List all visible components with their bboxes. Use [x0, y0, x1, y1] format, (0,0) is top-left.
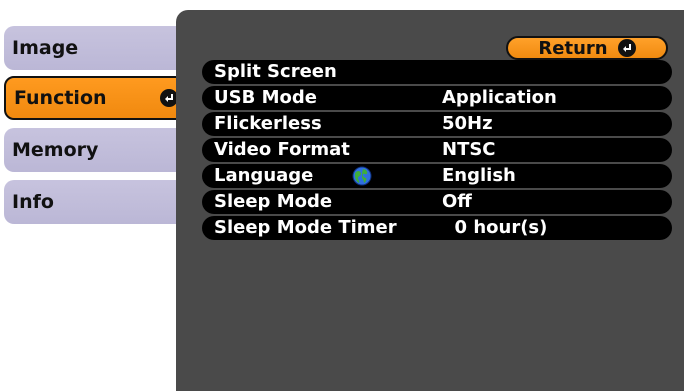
row-value: 50Hz [442, 113, 493, 134]
menu-row-sleep-mode-timer[interactable]: Sleep Mode Timer 0 hour(s) [202, 216, 672, 240]
row-label: USB Mode [214, 87, 317, 108]
tab-function[interactable]: Function [4, 76, 190, 120]
tab-label: Info [12, 191, 54, 213]
row-label: Video Format [214, 139, 350, 160]
menu-row-sleep-mode[interactable]: Sleep Mode Off [202, 190, 672, 214]
tab-label: Function [14, 87, 107, 109]
tab-image[interactable]: Image [4, 26, 188, 70]
enter-icon [617, 39, 636, 57]
menu-row-language[interactable]: Language English [202, 164, 672, 188]
return-button[interactable]: Return [506, 36, 668, 60]
row-value: Application [442, 87, 557, 108]
row-label: Language [214, 165, 314, 186]
menu-row-video-format[interactable]: Video Format NTSC [202, 138, 672, 162]
globe-icon [352, 166, 372, 186]
tab-label: Image [12, 37, 79, 59]
menu-row-split-screen[interactable]: Split Screen [202, 60, 672, 84]
row-label: Flickerless [214, 113, 322, 134]
tab-info[interactable]: Info [4, 180, 188, 224]
row-value: 0 hour(s) [442, 217, 548, 238]
row-value: Off [442, 191, 472, 212]
tab-label: Memory [12, 139, 99, 161]
return-label: Return [538, 37, 608, 59]
row-label: Sleep Mode [214, 191, 333, 212]
row-value: English [442, 165, 516, 186]
row-value: NTSC [442, 139, 496, 160]
tab-memory[interactable]: Memory [4, 128, 188, 172]
menu-row-flickerless[interactable]: Flickerless 50Hz [202, 112, 672, 136]
row-label: Split Screen [214, 61, 337, 82]
menu-row-usb-mode[interactable]: USB Mode Application [202, 86, 672, 110]
row-label: Sleep Mode Timer [214, 217, 397, 238]
